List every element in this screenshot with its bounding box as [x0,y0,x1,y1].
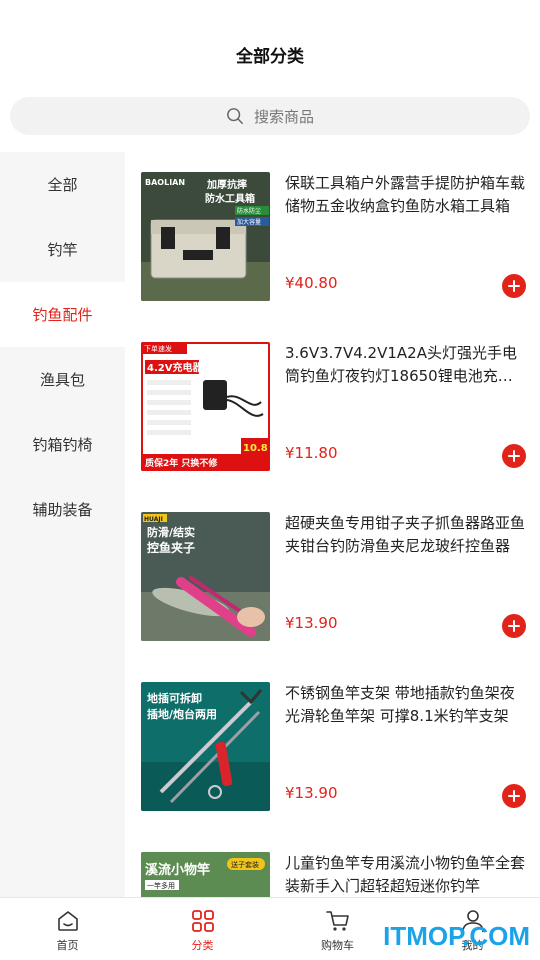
thumb-brand: BAOLIAN [145,178,185,187]
search-placeholder: 搜索商品 [253,107,314,126]
product-item[interactable]: BAOLIAN 加厚抗摔 防水工具箱 防水防尘 加大容量 保联工具箱户外露营手提… [141,172,531,302]
toolbox-image: BAOLIAN 加厚抗摔 防水工具箱 防水防尘 加大容量 [141,172,270,301]
thumb-price-tag: 10.8 [243,443,268,454]
product-item[interactable]: 地插可拆卸 插地/炮台两用 不锈钢鱼竿支架 带地插款钓鱼架夜光滑轮鱼竿架 可撑8… [141,682,531,812]
add-to-cart-button[interactable] [502,444,526,468]
kids-rod-image: 溪流小物竿 一竿多用 送子套装 [141,852,270,897]
product-list: BAOLIAN 加厚抗摔 防水工具箱 防水防尘 加大容量 保联工具箱户外露营手提… [125,152,540,897]
product-item[interactable]: 溪流小物竿 一竿多用 送子套装 儿童钓鱼竿专用溪流小物钓鱼竿全套装新手入门超轻超… [141,852,531,897]
product-image[interactable]: 溪流小物竿 一竿多用 送子套装 [141,852,270,897]
sidebar-item-all[interactable]: 全部 [0,152,125,217]
add-to-cart-button[interactable] [502,274,526,298]
thumb-line2: 插地/炮台两用 [147,707,217,721]
watermark-logo: ITMOP.COM [383,921,530,951]
thumb-line2: 防水工具箱 [205,192,255,205]
product-name[interactable]: 3.6V3.7V4.2V1A2A头灯强光手电筒钓鱼灯夜钓灯18650锂电池充电器 [285,342,525,388]
category-sidebar: 全部 钓竿 钓鱼配件 渔具包 钓箱钓椅 辅助装备 [0,152,125,897]
add-to-cart-button[interactable] [502,614,526,638]
thumb-tag: 下单速发 [144,344,172,353]
charger-image: 下单速发 4.2V充电器 质保2年 只换不修 10.8 [141,342,270,471]
tab-home[interactable]: 首页 [0,898,135,960]
thumb-badge2: 加大容量 [237,218,261,226]
cart-icon [325,911,349,931]
sidebar-item-rods[interactable]: 钓竿 [0,217,125,282]
product-name[interactable]: 保联工具箱户外露营手提防护箱车载储物五金收纳盒钓鱼防水箱工具箱 [285,172,525,218]
product-name[interactable]: 超硬夹鱼专用钳子夹子抓鱼器路亚鱼夹钳台钓防滑鱼夹尼龙玻纤控鱼器 [285,512,525,558]
product-price: ¥11.80 [285,444,338,462]
sidebar-item-label: 钓箱钓椅 [32,436,93,454]
thumb-line1: 加厚抗摔 [206,178,247,191]
sidebar-item-label: 钓竿 [47,241,78,259]
product-price: ¥13.90 [285,784,338,802]
product-item[interactable]: HUAJI 防滑/结实 控鱼夹子 超硬夹鱼专用钳子夹子抓鱼器路亚鱼夹钳台钓防滑鱼… [141,512,531,642]
sidebar-item-label: 辅助装备 [32,501,93,519]
sidebar-item-boxes-chairs[interactable]: 钓箱钓椅 [0,412,125,477]
thumb-line1: 溪流小物竿 [145,862,210,878]
product-price: ¥13.90 [285,614,338,632]
thumb-line1: 防滑/结实 [147,525,195,539]
sidebar-item-label: 全部 [47,176,78,194]
product-item[interactable]: 下单速发 4.2V充电器 质保2年 只换不修 10.8 3.6V3.7V4.2V… [141,342,531,472]
tab-label: 分类 [191,939,214,952]
product-image[interactable]: 地插可拆卸 插地/炮台两用 [141,682,270,811]
thumb-brand: HUAJI [144,516,163,523]
sidebar-item-label: 钓鱼配件 [32,306,93,324]
product-name[interactable]: 不锈钢鱼竿支架 带地插款钓鱼架夜光滑轮鱼竿架 可撑8.1米钓竿支架 [285,682,525,728]
thumb-bottom: 质保2年 只换不修 [145,457,218,469]
product-name[interactable]: 儿童钓鱼竿专用溪流小物钓鱼竿全套装新手入门超轻超短迷你钓竿 [285,852,525,897]
thumb-line2: 控鱼夹子 [147,540,195,555]
home-icon [57,911,78,931]
page-title: 全部分类 [236,47,304,67]
header-bar: 全部分类 [0,0,540,90]
thumb-line1: 地插可拆卸 [147,691,202,705]
product-image[interactable]: HUAJI 防滑/结实 控鱼夹子 [141,512,270,641]
sidebar-item-accessories[interactable]: 钓鱼配件 [0,282,125,347]
thumb-badge1: 防水防尘 [237,207,261,215]
product-image[interactable]: 下单速发 4.2V充电器 质保2年 只换不修 10.8 [141,342,270,471]
product-price: ¥40.80 [285,274,338,292]
sidebar-item-tackle-bags[interactable]: 渔具包 [0,347,125,412]
tab-category[interactable]: 分类 [135,898,270,960]
search-icon [227,108,243,124]
search-bar[interactable]: 搜索商品 [10,97,530,135]
sidebar-item-aux-gear[interactable]: 辅助装备 [0,477,125,542]
category-grid-icon [191,910,214,932]
add-to-cart-button[interactable] [502,784,526,808]
thumb-line2: 一竿多用 [147,881,175,890]
rod-holder-image: 地插可拆卸 插地/炮台两用 [141,682,270,811]
tab-label: 购物车 [321,939,354,952]
product-image[interactable]: BAOLIAN 加厚抗摔 防水工具箱 防水防尘 加大容量 [141,172,270,301]
thumb-line1: 4.2V充电器 [147,361,203,374]
sidebar-item-label: 渔具包 [39,371,85,389]
thumb-badge: 送子套装 [231,860,259,869]
fish-gripper-image: HUAJI 防滑/结实 控鱼夹子 [141,512,270,641]
tab-label: 首页 [56,939,79,952]
